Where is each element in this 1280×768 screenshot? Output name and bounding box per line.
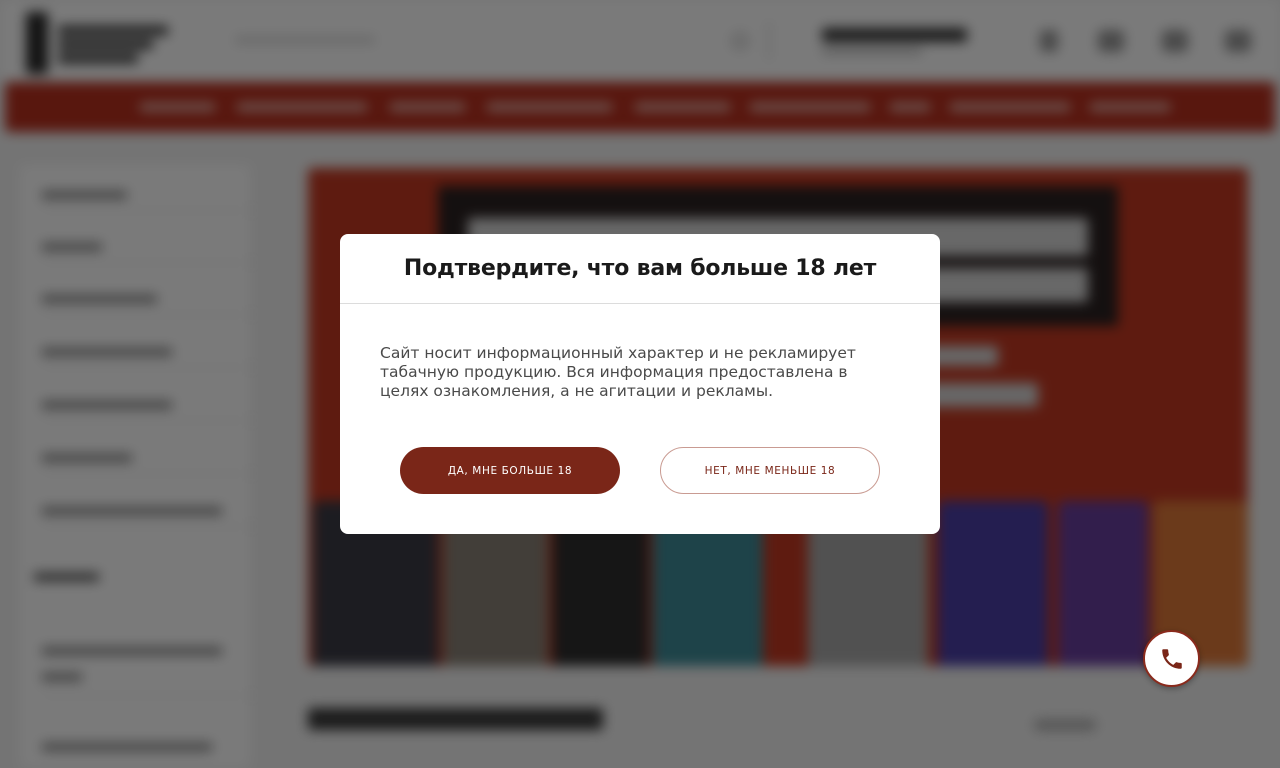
phone-icon <box>1161 648 1182 669</box>
modal-header: Подтвердите, что вам больше 18 лет <box>340 234 940 304</box>
call-button[interactable] <box>1143 630 1200 687</box>
modal-title: Подтвердите, что вам больше 18 лет <box>403 256 877 281</box>
age-verification-modal: Подтвердите, что вам больше 18 лет Сайт … <box>340 234 940 534</box>
modal-message: Сайт носит информационный характер и не … <box>380 344 856 400</box>
decline-age-button[interactable]: НЕТ, МНЕ МЕНЬШЕ 18 <box>660 447 880 494</box>
confirm-age-button[interactable]: ДА, МНЕ БОЛЬШЕ 18 <box>400 447 620 494</box>
